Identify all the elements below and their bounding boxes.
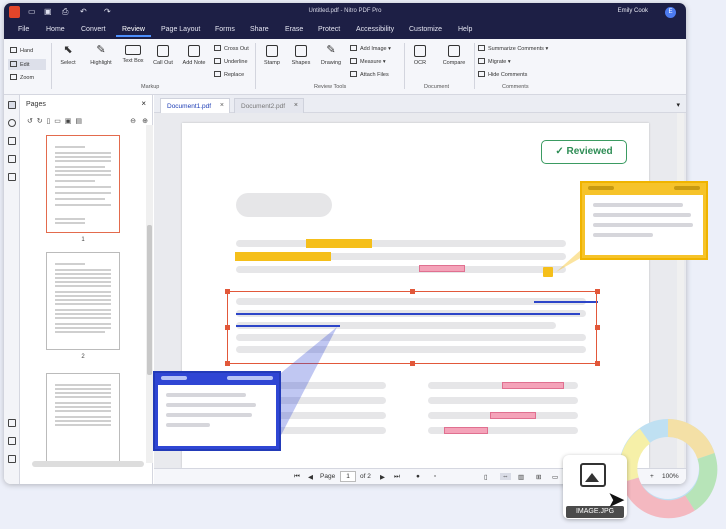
- text-line: [166, 423, 210, 427]
- popup-header: [588, 186, 614, 190]
- popup-body: [158, 385, 276, 446]
- text-line: [593, 213, 691, 217]
- color-ring-segment: [684, 452, 718, 511]
- text-line: [593, 203, 683, 207]
- text-line: [166, 403, 256, 407]
- blue-connector: [276, 327, 337, 445]
- text-line: [166, 413, 252, 417]
- text-line: [593, 233, 653, 237]
- popup-controls[interactable]: [227, 376, 273, 380]
- mountain-shape: [585, 473, 599, 482]
- color-ring-segment: [667, 419, 715, 460]
- comment-popup-yellow[interactable]: [580, 181, 708, 260]
- callout-connectors: [276, 248, 718, 519]
- comment-popup-blue[interactable]: [153, 371, 281, 451]
- color-ring-segment: [619, 428, 651, 483]
- color-ring-segment: [621, 477, 695, 519]
- text-line: [166, 393, 246, 397]
- cursor-icon: ➤: [607, 487, 626, 512]
- text-line: [593, 223, 693, 227]
- popup-body: [585, 195, 703, 255]
- popup-controls[interactable]: [674, 186, 700, 190]
- image-icon: [580, 463, 606, 487]
- popup-header: [161, 376, 187, 380]
